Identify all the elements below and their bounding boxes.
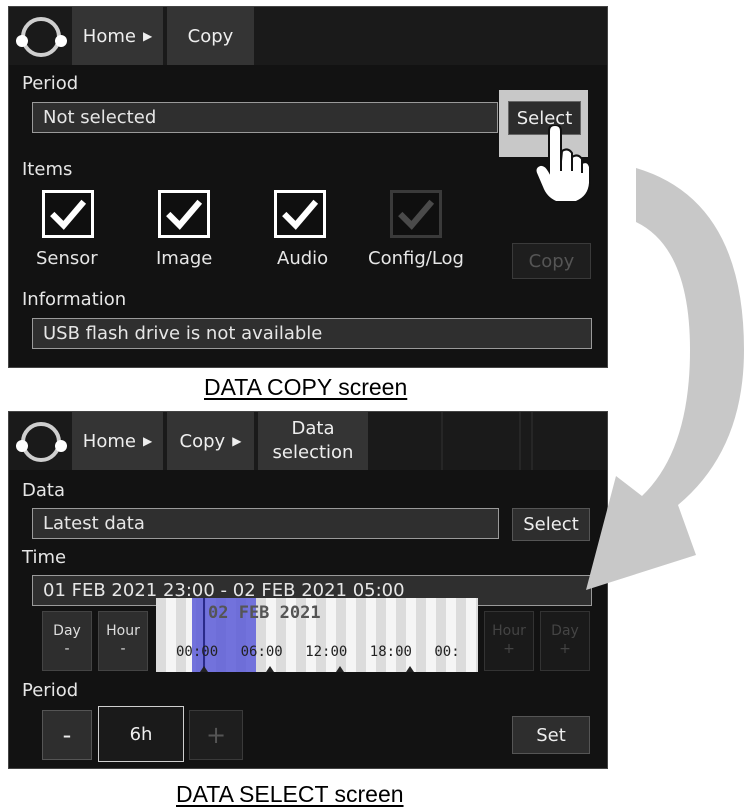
breadcrumb-home-label: Home	[82, 430, 136, 452]
set-button[interactable]: Set	[512, 716, 590, 754]
top-bar: Home ▶ Copy ▶ Data selection	[9, 412, 607, 470]
data-copy-screen: Home ▶ Copy Period Not selected Select I…	[8, 6, 608, 368]
information-field: USB flash drive is not available	[32, 318, 592, 349]
config-log-label: Config/Log	[368, 248, 464, 269]
day-forward-label: Day	[551, 623, 579, 639]
hour-forward-label: Hour	[492, 623, 526, 639]
hour-back-button[interactable]: Hour -	[98, 611, 148, 671]
hour-forward-sign: +	[503, 641, 515, 657]
caret-right-icon: ▶	[142, 434, 153, 448]
sensor-label: Sensor	[36, 248, 98, 269]
items-label: Items	[22, 159, 73, 180]
period-minus-button[interactable]: -	[42, 710, 92, 760]
breadcrumb-home[interactable]: Home ▶	[72, 412, 165, 470]
day-back-button[interactable]: Day -	[42, 611, 92, 671]
audio-checkbox[interactable]	[274, 190, 326, 238]
image-checkbox[interactable]	[158, 190, 210, 238]
breadcrumb-data-selection-line2: selection	[272, 442, 354, 463]
breadcrumb-copy[interactable]: Copy ▶	[167, 412, 256, 470]
timeline-hour: 12:00	[305, 644, 348, 660]
information-label: Information	[22, 289, 127, 310]
timeline-date: 02 FEB 2021	[208, 603, 321, 623]
timeline-hour: 06:00	[240, 644, 283, 660]
breadcrumb-copy[interactable]: Copy	[167, 7, 256, 65]
data-select-screen: Home ▶ Copy ▶ Data selection Data Latest…	[8, 411, 608, 769]
data-select-caption: DATA SELECT screen	[176, 781, 404, 807]
timeline-hour: 00:00	[176, 644, 219, 660]
transition-arrow-icon	[586, 168, 744, 590]
period-label: Period	[22, 73, 79, 94]
breadcrumb-data-selection-line1: Data	[291, 418, 335, 439]
data-label: Data	[22, 480, 65, 501]
breadcrumb-home-label: Home	[82, 25, 136, 47]
hour-forward-button[interactable]: Hour +	[484, 611, 534, 671]
caret-right-icon: ▶	[142, 29, 153, 43]
timeline-slider[interactable]: 02 FEB 2021 00:00 06:00 12:00 18:00 00:	[156, 598, 478, 672]
image-label: Image	[156, 248, 213, 269]
hour-back-sign: -	[120, 641, 126, 657]
data-copy-caption: DATA COPY screen	[204, 374, 408, 400]
empty-tab	[441, 412, 521, 470]
check-icon	[282, 199, 319, 230]
sensor-checkbox[interactable]	[42, 190, 94, 238]
check-icon	[398, 199, 435, 230]
check-icon	[166, 199, 203, 230]
period-field[interactable]: Not selected	[32, 102, 498, 133]
period-label: Period	[22, 680, 79, 701]
day-back-label: Day	[53, 623, 81, 639]
hour-back-label: Hour	[106, 623, 140, 639]
period-value: 6h	[98, 706, 184, 762]
breadcrumb-copy-label: Copy	[179, 430, 226, 452]
audio-label: Audio	[277, 248, 329, 269]
breadcrumb-data-selection[interactable]: Data selection	[258, 412, 370, 470]
time-label: Time	[22, 547, 67, 568]
day-forward-sign: +	[559, 641, 571, 657]
period-plus-button[interactable]: +	[189, 710, 243, 760]
config-log-checkbox[interactable]	[390, 190, 442, 238]
timeline-ticks	[200, 666, 414, 672]
top-bar: Home ▶ Copy	[9, 7, 607, 65]
day-forward-button[interactable]: Day +	[540, 611, 590, 671]
timeline-hour: 18:00	[369, 644, 412, 660]
app-logo-icon	[16, 17, 67, 57]
timeline-cursor[interactable]	[203, 598, 205, 672]
data-field[interactable]: Latest data	[32, 508, 499, 539]
day-back-sign: -	[64, 641, 70, 657]
breadcrumb-copy-label: Copy	[187, 25, 234, 47]
breadcrumb-home[interactable]: Home ▶	[72, 7, 165, 65]
timeline-hours: 00:00 06:00 12:00 18:00 00:	[176, 644, 460, 660]
caret-right-icon: ▶	[232, 434, 242, 448]
timeline-hour: 00:	[434, 644, 460, 660]
check-icon	[50, 199, 87, 230]
app-logo-icon	[16, 422, 67, 462]
